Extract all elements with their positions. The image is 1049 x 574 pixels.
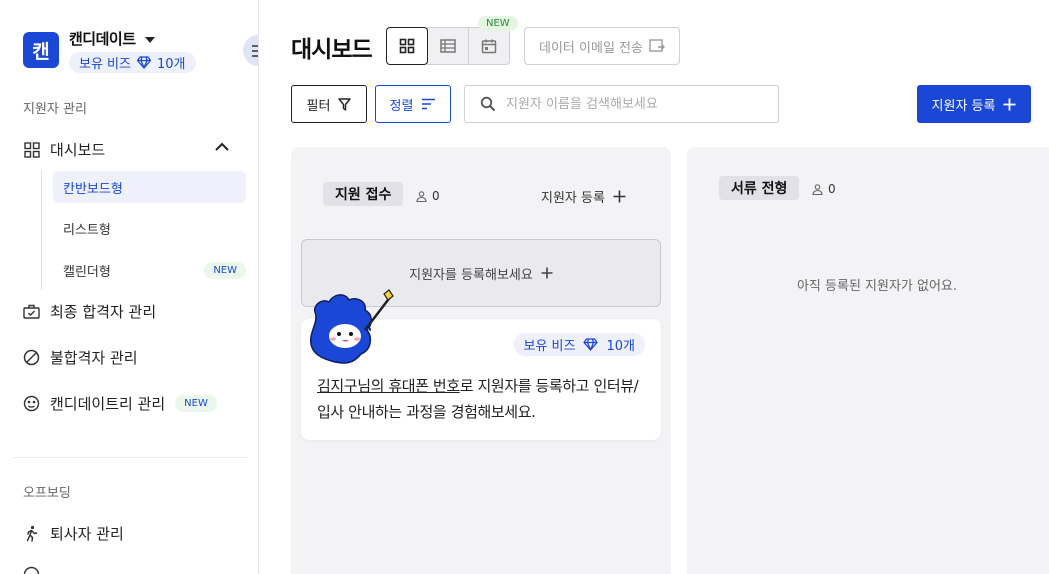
register-prompt: 지원자를 등록해보세요 bbox=[409, 267, 533, 283]
sidebar-item-label: 불합격자 관리 bbox=[50, 349, 138, 367]
sidebar-item-label: 퇴사자 관리 bbox=[50, 525, 124, 543]
sidebar-item-final-pass[interactable]: 최종 합격자 관리 bbox=[23, 301, 156, 322]
sidebar-divider bbox=[12, 457, 247, 458]
email-data-label: 데이터 이메일 전송 bbox=[539, 40, 643, 56]
column-add-applicant-button[interactable]: 지원자 등록 bbox=[541, 187, 626, 206]
new-badge: NEW bbox=[175, 395, 217, 412]
org-logo-char: 캔 bbox=[32, 40, 50, 63]
tree-icon bbox=[23, 395, 40, 412]
biz-count: 10개 bbox=[156, 57, 186, 72]
filter-label: 필터 bbox=[306, 98, 331, 114]
view-calendar-button[interactable] bbox=[468, 27, 510, 65]
sub-nav-guide bbox=[41, 170, 42, 290]
sidebar-item-label: 대시보드 bbox=[50, 141, 106, 159]
search-icon bbox=[480, 96, 496, 112]
view-list-button[interactable] bbox=[427, 27, 469, 65]
plus-icon bbox=[613, 190, 626, 203]
sidebar-item-candidatree[interactable]: 캔디데이트리 관리 NEW bbox=[23, 393, 217, 414]
page-title: 대시보드 bbox=[291, 37, 373, 63]
collapse-sidebar-icon bbox=[251, 44, 258, 57]
sidebar-subitem-label: 캘린더형 bbox=[63, 264, 111, 280]
register-applicant-button[interactable]: 지원자 등록 bbox=[917, 85, 1031, 123]
phone-number-link[interactable]: 김지구님의 휴대폰 번호 bbox=[317, 377, 460, 395]
filter-icon bbox=[338, 97, 352, 111]
diamond-icon bbox=[583, 338, 599, 351]
grid-icon bbox=[23, 141, 40, 158]
sidebar-item-label: 최종 합격자 관리 bbox=[50, 303, 157, 321]
chevron-up-icon[interactable] bbox=[214, 141, 230, 153]
grid-icon bbox=[399, 38, 415, 54]
sidebar-subitem-label: 칸반보드형 bbox=[63, 181, 123, 197]
column-count-value: 0 bbox=[432, 189, 440, 203]
sidebar-item-label: 캔디데이트리 관리 bbox=[50, 395, 166, 413]
sort-icon bbox=[422, 98, 436, 110]
biz-count: 10개 bbox=[606, 339, 635, 354]
hint-text: 김지구님의 휴대폰 번호로 지원자를 등록하고 인터뷰/입사 안내하는 과정을 … bbox=[317, 373, 647, 425]
sidebar: 캔 캔디데이트 보유 비즈 10개 지원자 관리 대시보드 칸반보드형 리스트형… bbox=[0, 0, 259, 574]
filter-button[interactable]: 필터 bbox=[291, 85, 367, 123]
list-view-icon bbox=[440, 39, 456, 53]
sort-label: 정렬 bbox=[389, 98, 414, 114]
calendar-new-tag: NEW bbox=[478, 16, 518, 31]
biz-balance-badge: 보유 비즈 10개 bbox=[69, 52, 196, 73]
sort-button[interactable]: 정렬 bbox=[375, 85, 451, 123]
column-count: 0 bbox=[812, 182, 836, 196]
mascot-illustration bbox=[310, 289, 394, 364]
block-icon bbox=[23, 349, 40, 366]
column-count-value: 0 bbox=[828, 182, 836, 196]
biz-balance-badge: 보유 비즈 10개 bbox=[513, 333, 645, 356]
view-kanban-button[interactable] bbox=[386, 27, 428, 65]
sidebar-subitem-label: 리스트형 bbox=[63, 222, 111, 238]
calendar-icon bbox=[481, 39, 497, 54]
column-title: 지원 접수 bbox=[323, 182, 404, 206]
sidebar-subitem-list[interactable]: 리스트형 bbox=[53, 212, 246, 244]
briefcase-check-icon bbox=[23, 303, 40, 320]
org-logo[interactable]: 캔 bbox=[23, 32, 59, 68]
sidebar-item-rejected[interactable]: 불합격자 관리 bbox=[23, 347, 138, 368]
search-box bbox=[464, 85, 779, 123]
view-toggle-group bbox=[386, 27, 510, 65]
column-title: 서류 전형 bbox=[719, 176, 800, 200]
search-input[interactable] bbox=[506, 96, 766, 112]
sidebar-subitem-kanban[interactable]: 칸반보드형 bbox=[53, 171, 246, 203]
email-data-button[interactable]: 데이터 이메일 전송 bbox=[524, 27, 680, 65]
biz-label: 보유 비즈 bbox=[79, 57, 131, 72]
person-icon bbox=[812, 183, 823, 195]
list-icon bbox=[23, 566, 40, 574]
section-label-offboarding: 오프보딩 bbox=[23, 486, 71, 501]
kanban-column-document-screening: 서류 전형 0 아직 등록된 지원자가 없어요. bbox=[687, 147, 1049, 574]
new-badge: NEW bbox=[204, 261, 246, 279]
column-add-label: 지원자 등록 bbox=[541, 191, 605, 206]
register-applicant-label: 지원자 등록 bbox=[931, 98, 996, 114]
sidebar-subitem-calendar[interactable]: 캘린더형 NEW bbox=[53, 254, 246, 286]
person-icon bbox=[416, 190, 427, 202]
plus-icon bbox=[541, 267, 553, 279]
diamond-icon bbox=[136, 56, 151, 69]
sidebar-item-dashboard[interactable]: 대시보드 bbox=[23, 139, 105, 160]
sidebar-item-resigned[interactable]: 퇴사자 관리 bbox=[23, 523, 124, 544]
walking-person-icon bbox=[23, 525, 40, 542]
sidebar-item-partial[interactable] bbox=[23, 566, 40, 574]
org-name[interactable]: 캔디데이트 bbox=[69, 28, 136, 49]
biz-label: 보유 비즈 bbox=[523, 339, 576, 354]
column-count: 0 bbox=[416, 189, 440, 203]
empty-state-text: 아직 등록된 지원자가 없어요. bbox=[796, 279, 958, 294]
plus-icon bbox=[1003, 98, 1016, 110]
send-icon bbox=[649, 39, 665, 52]
collapse-sidebar-button[interactable] bbox=[243, 35, 258, 66]
section-label-recruit: 지원자 관리 bbox=[23, 102, 87, 117]
chevron-down-icon[interactable] bbox=[145, 37, 155, 43]
